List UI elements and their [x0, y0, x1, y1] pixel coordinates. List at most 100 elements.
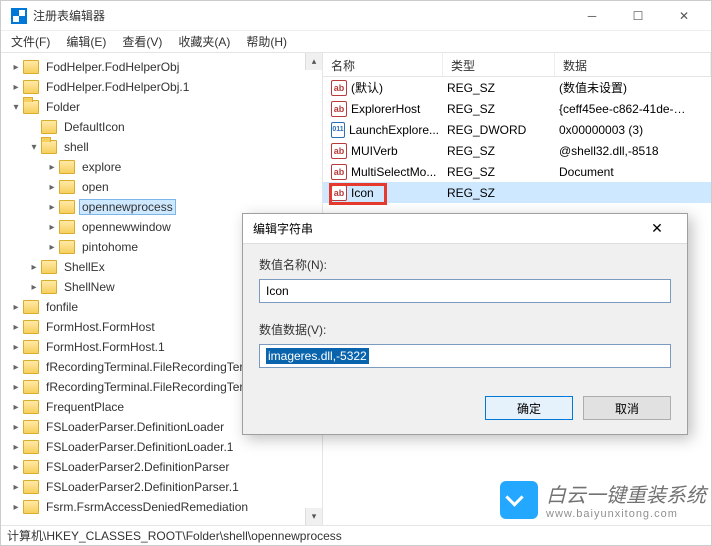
- tree-item[interactable]: ▸FSLoaderParser2.DefinitionParser.1: [7, 477, 322, 497]
- value-name-input[interactable]: [259, 279, 671, 303]
- expand-icon[interactable]: ▸: [45, 222, 59, 233]
- folder-icon: [41, 280, 57, 294]
- tree-label: Folder: [43, 99, 83, 115]
- folder-icon: [23, 360, 39, 374]
- list-row[interactable]: MultiSelectMo...REG_SZDocument: [323, 161, 711, 182]
- folder-icon: [23, 340, 39, 354]
- tree-label: opennewwindow: [79, 219, 174, 235]
- expand-icon[interactable]: ▸: [27, 282, 41, 293]
- col-data[interactable]: 数据: [555, 53, 711, 76]
- expand-icon[interactable]: ▸: [27, 262, 41, 273]
- tree-item[interactable]: ▾ Folder: [7, 97, 322, 117]
- folder-icon: [23, 380, 39, 394]
- dialog-close-button[interactable]: ✕: [637, 220, 677, 237]
- expand-icon[interactable]: ▸: [9, 482, 23, 493]
- minimize-button[interactable]: ─: [569, 1, 615, 31]
- ok-button[interactable]: 确定: [485, 396, 573, 420]
- window-title: 注册表编辑器: [33, 7, 569, 24]
- folder-icon: [23, 460, 39, 474]
- tree-item[interactable]: ▸ FSLoaderParser2.DefinitionParser: [7, 457, 322, 477]
- string-value-icon: [331, 185, 347, 201]
- maximize-button[interactable]: ☐: [615, 1, 661, 31]
- menu-help[interactable]: 帮助(H): [238, 31, 295, 52]
- folder-icon: [23, 100, 39, 114]
- value-data: {ceff45ee-c862-41de-…: [555, 102, 711, 116]
- expand-icon[interactable]: ▸: [9, 82, 23, 93]
- tree-scroll-down[interactable]: ▾: [305, 508, 322, 525]
- string-value-icon: [331, 164, 347, 180]
- watermark-url: www.baiyunxitong.com: [546, 508, 706, 520]
- value-data-input[interactable]: [259, 344, 671, 368]
- expand-icon[interactable]: ▸: [9, 502, 23, 513]
- value-type: REG_SZ: [443, 186, 555, 200]
- col-type[interactable]: 类型: [443, 53, 555, 76]
- expand-icon[interactable]: ▸: [9, 382, 23, 393]
- folder-icon: [59, 240, 75, 254]
- value-data: 0x00000003 (3): [555, 123, 711, 137]
- tree-label: fRecordingTerminal.FileRecordingTerminal: [43, 359, 275, 375]
- tree-label: FSLoaderParser.DefinitionLoader.1: [43, 439, 236, 455]
- close-button[interactable]: ✕: [661, 1, 707, 31]
- tree-item[interactable]: ▸FodHelper.FodHelperObj.1: [7, 77, 322, 97]
- expand-icon[interactable]: ▸: [9, 322, 23, 333]
- value-data: @shell32.dll,-8518: [555, 144, 711, 158]
- list-row[interactable]: MUIVerbREG_SZ@shell32.dll,-8518: [323, 140, 711, 161]
- value-data: Document: [555, 165, 711, 179]
- string-value-icon: [331, 143, 347, 159]
- list-row[interactable]: LaunchExplore...REG_DWORD0x00000003 (3): [323, 119, 711, 140]
- menu-view[interactable]: 查看(V): [114, 31, 170, 52]
- expand-icon[interactable]: ▸: [9, 62, 23, 73]
- folder-icon: [59, 200, 75, 214]
- tree-item[interactable]: ▸FodHelper.FodHelperObj: [7, 57, 322, 77]
- binary-value-icon: [331, 122, 345, 138]
- value-name: ExplorerHost: [351, 102, 420, 116]
- expand-icon[interactable]: ▾: [9, 102, 23, 113]
- string-value-icon: [331, 80, 347, 96]
- folder-icon: [23, 300, 39, 314]
- watermark-logo-icon: [500, 481, 538, 519]
- folder-icon: [41, 120, 57, 134]
- col-name[interactable]: 名称: [323, 53, 443, 76]
- tree-item[interactable]: ▸Fsrm.FsrmAccessDeniedRemediation: [7, 497, 322, 517]
- value-name: MUIVerb: [351, 144, 398, 158]
- folder-icon: [59, 160, 75, 174]
- tree-item[interactable]: ▸ FSLoaderParser.DefinitionLoader.1: [7, 437, 322, 457]
- tree-item[interactable]: ▸ open: [43, 177, 322, 197]
- tree-label: pintohome: [79, 239, 141, 255]
- tree-item[interactable]: ▾shell: [25, 137, 322, 157]
- folder-icon: [23, 80, 39, 94]
- expand-icon[interactable]: ▸: [9, 402, 23, 413]
- watermark: 白云一键重装系统 www.baiyunxitong.com: [500, 479, 706, 520]
- expand-icon[interactable]: ▸: [9, 362, 23, 373]
- tree-label: open: [79, 179, 112, 195]
- tree-item[interactable]: DefaultIcon: [25, 117, 322, 137]
- expand-icon[interactable]: ▸: [9, 462, 23, 473]
- tree-item[interactable]: ▸explore: [43, 157, 322, 177]
- expand-icon[interactable]: ▸: [9, 422, 23, 433]
- expand-icon[interactable]: ▸: [9, 442, 23, 453]
- folder-icon: [23, 400, 39, 414]
- expand-icon[interactable]: ▸: [9, 342, 23, 353]
- value-type: REG_DWORD: [443, 123, 555, 137]
- expand-icon[interactable]: ▸: [9, 302, 23, 313]
- titlebar: 注册表编辑器 ─ ☐ ✕: [1, 1, 711, 31]
- expand-icon[interactable]: ▸: [45, 182, 59, 193]
- tree-label: FSLoaderParser2.DefinitionParser: [43, 459, 232, 475]
- tree-label: DefaultIcon: [61, 119, 128, 135]
- expand-icon[interactable]: ▾: [27, 142, 41, 153]
- menu-file[interactable]: 文件(F): [3, 31, 58, 52]
- string-value-icon: [331, 101, 347, 117]
- folder-icon: [41, 260, 57, 274]
- tree-label: FormHost.FormHost.1: [43, 339, 168, 355]
- expand-icon[interactable]: ▸: [45, 162, 59, 173]
- list-row[interactable]: IconREG_SZ: [323, 182, 711, 203]
- menu-favorites[interactable]: 收藏夹(A): [170, 31, 238, 52]
- expand-icon[interactable]: ▸: [45, 202, 59, 213]
- list-row[interactable]: ExplorerHostREG_SZ{ceff45ee-c862-41de-…: [323, 98, 711, 119]
- list-row[interactable]: (默认)REG_SZ(数值未设置): [323, 77, 711, 98]
- menu-edit[interactable]: 编辑(E): [58, 31, 114, 52]
- tree-label: fonfile: [43, 299, 81, 315]
- expand-icon[interactable]: ▸: [45, 242, 59, 253]
- edit-string-dialog: 编辑字符串 ✕ 数值名称(N): 数值数据(V): imageres.dll,-…: [242, 213, 688, 435]
- cancel-button[interactable]: 取消: [583, 396, 671, 420]
